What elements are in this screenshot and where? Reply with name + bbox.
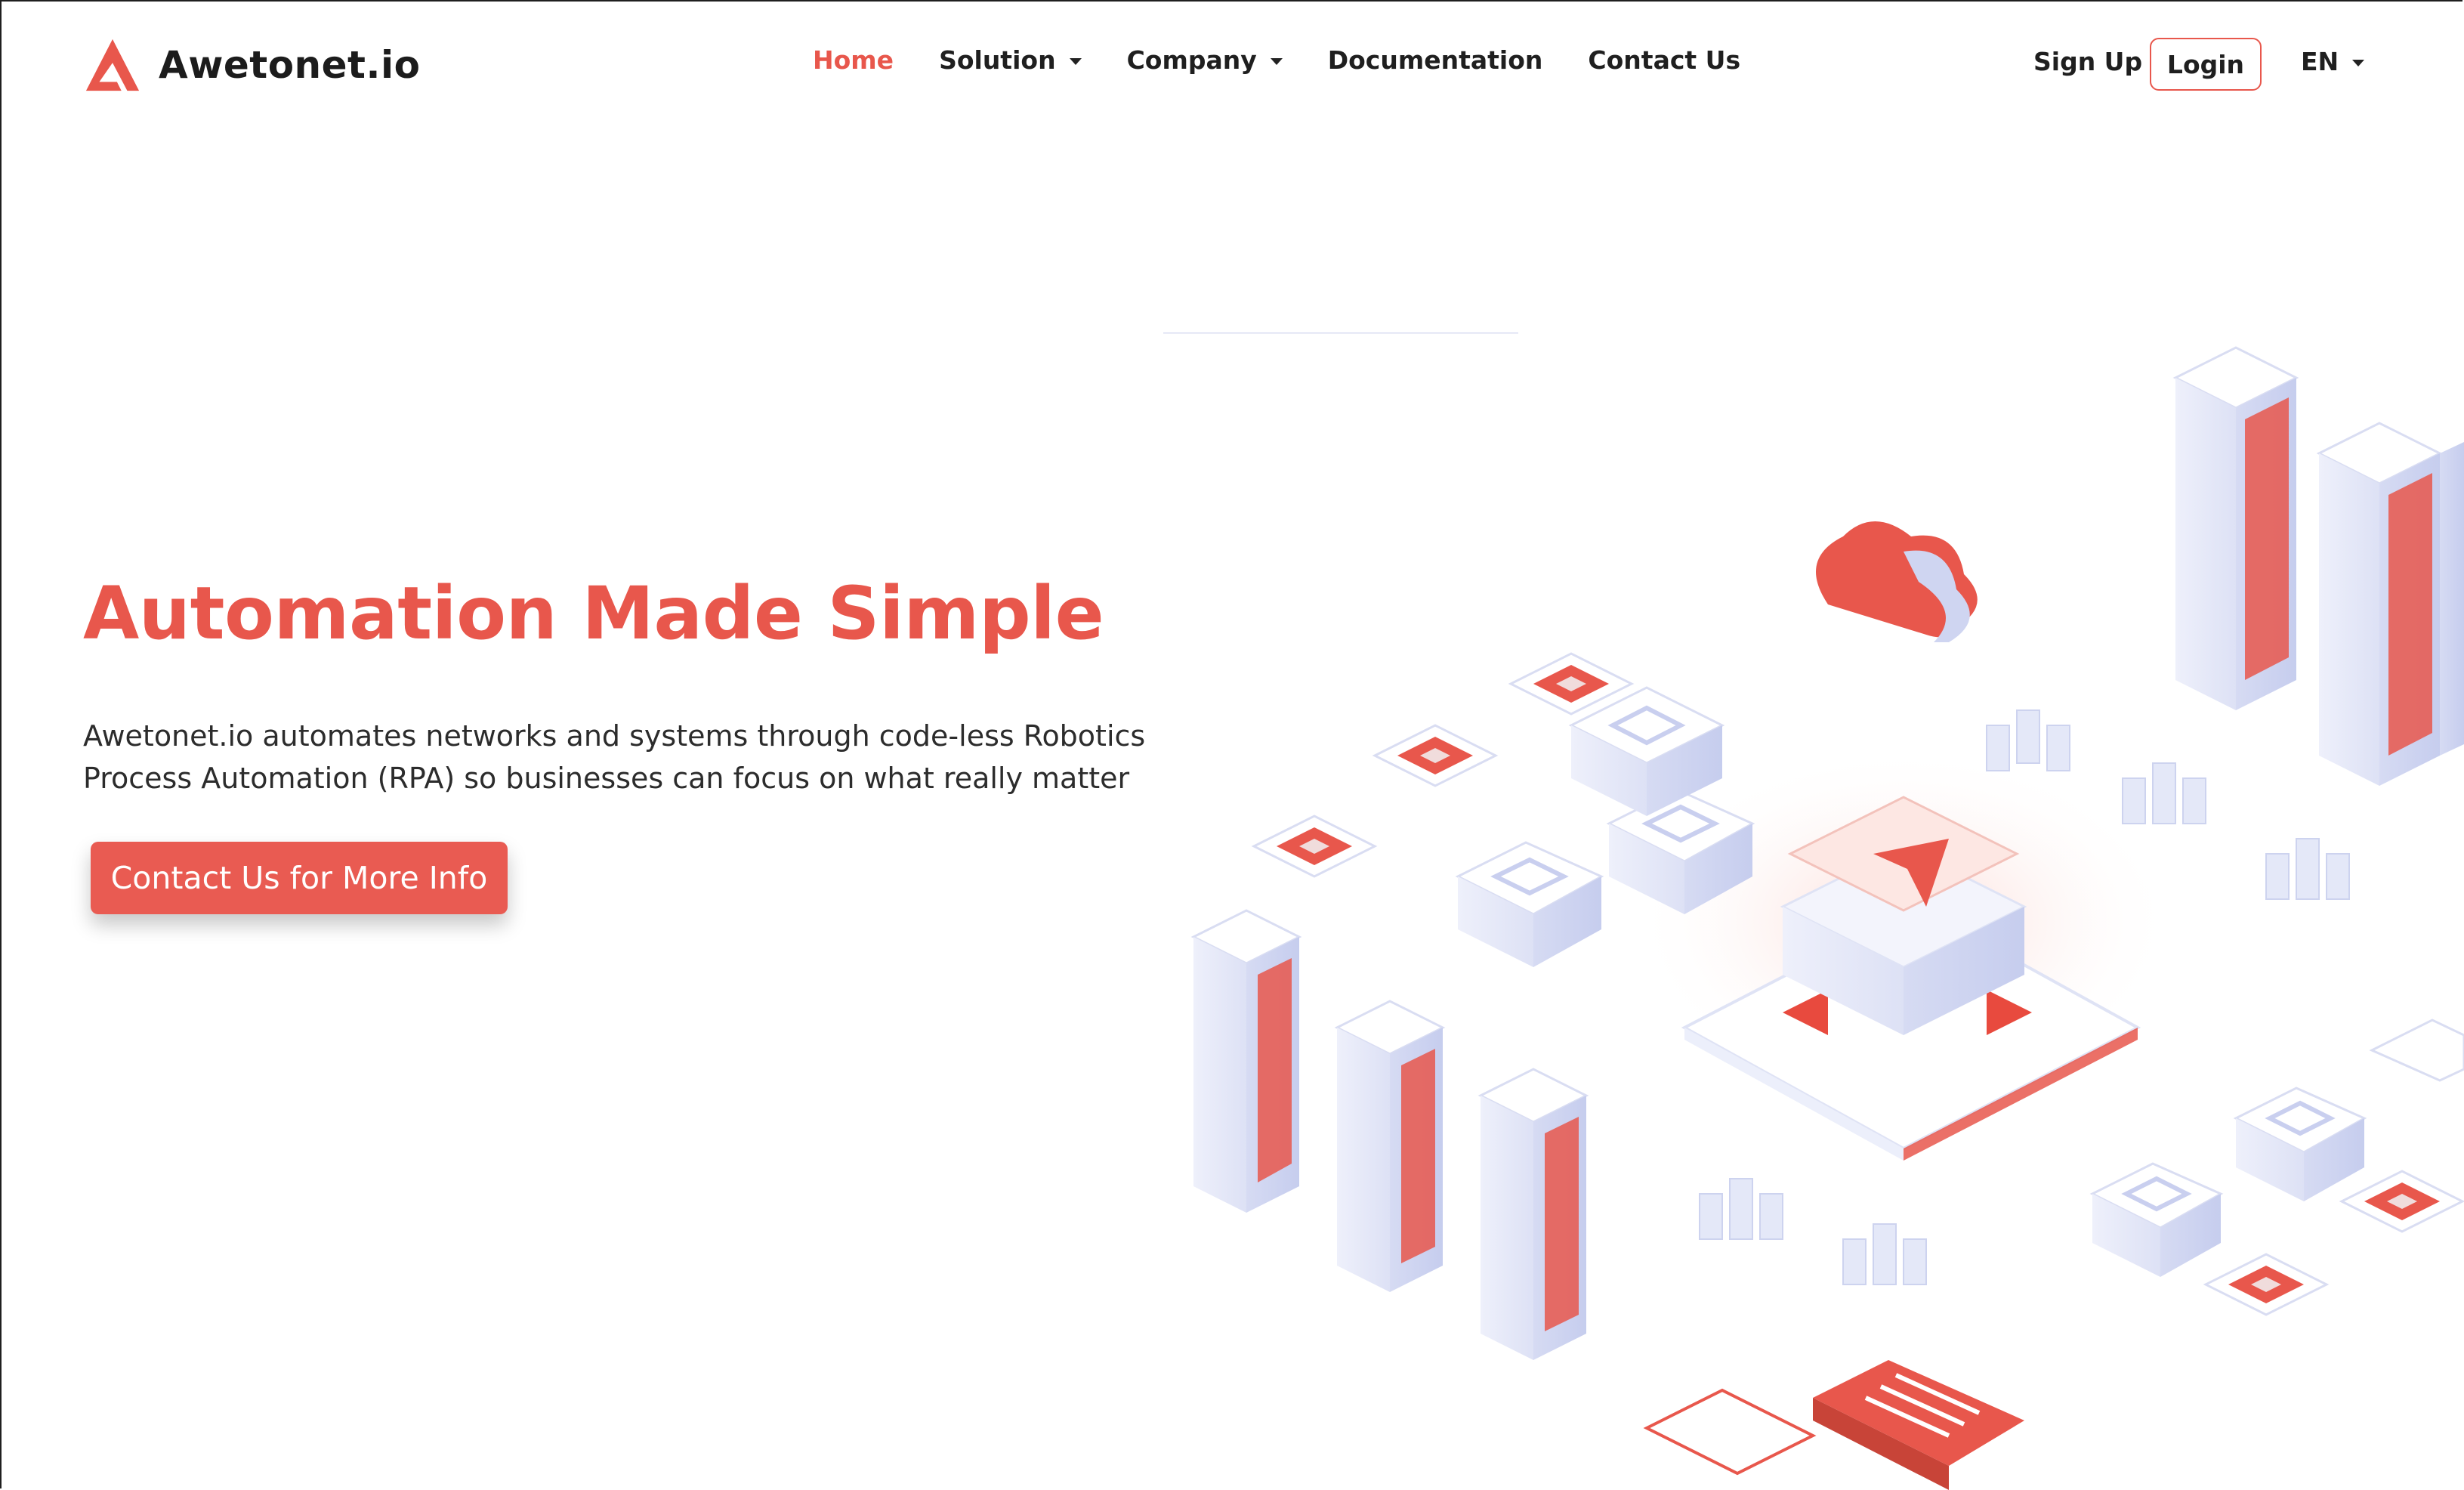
caret-down-icon [2352, 60, 2365, 66]
sign-up-link[interactable]: Sign Up [2033, 47, 2142, 76]
brand-a-icon [85, 39, 140, 91]
nav-solution-label: Solution [939, 45, 1056, 75]
hero-description: Awetonet.io automates networks and syste… [83, 719, 1146, 795]
nav-documentation-label: Documentation [1327, 45, 1543, 75]
caret-down-icon [1270, 58, 1283, 65]
isometric-automation-city-illustration [1163, 332, 2464, 1490]
brand-logo[interactable]: Awetonet.io [83, 36, 420, 94]
nav-company-dropdown[interactable]: Company [1127, 45, 1283, 75]
language-selector[interactable]: EN [2301, 47, 2365, 76]
main-nav: Home Solution Company Documentation Cont… [813, 45, 1786, 75]
login-button[interactable]: Login [2150, 38, 2262, 91]
nav-company-label: Company [1126, 45, 1257, 75]
caret-down-icon [1069, 58, 1082, 65]
nav-documentation[interactable]: Documentation [1328, 45, 1543, 75]
nav-home-label: Home [813, 45, 894, 75]
nav-contact-us-label: Contact Us [1588, 45, 1741, 75]
hero-title: Automation Made Simple [83, 571, 1104, 656]
contact-cta-button[interactable]: Contact Us for More Info [91, 842, 508, 914]
language-label: EN [2301, 47, 2339, 76]
nav-solution-dropdown[interactable]: Solution [939, 45, 1082, 75]
nav-contact-us[interactable]: Contact Us [1588, 45, 1740, 75]
brand-name: Awetonet.io [159, 43, 421, 87]
nav-home[interactable]: Home [813, 45, 894, 75]
